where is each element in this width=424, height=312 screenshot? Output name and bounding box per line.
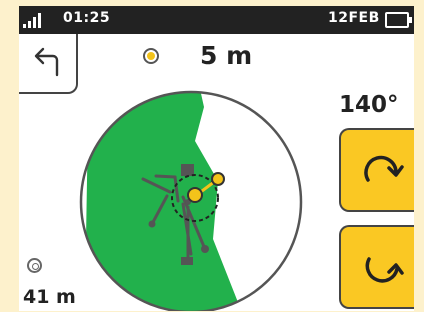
battery-icon <box>385 12 412 28</box>
distance-icon <box>27 258 42 273</box>
back-arrow-icon <box>34 47 59 77</box>
gps-accuracy: 5 m <box>200 41 253 70</box>
position-marker <box>187 187 203 203</box>
rotate-counterclockwise-button[interactable] <box>339 225 414 309</box>
map-view[interactable] <box>78 89 304 311</box>
distance-value: 41 m <box>23 286 76 308</box>
status-bar: 01:25 12FEB <box>19 6 414 34</box>
device-screen: 01:25 12FEB 5 m 140° 41 m <box>19 6 414 311</box>
rotate-counterclockwise-icon <box>365 257 404 283</box>
date-label: 12FEB <box>328 10 380 26</box>
guidance-point <box>211 172 225 186</box>
clock-time: 01:25 <box>63 10 111 26</box>
rotate-clockwise-icon <box>364 155 404 182</box>
signal-icon <box>23 12 45 28</box>
heading-value: 140° <box>339 92 399 118</box>
rotate-clockwise-button[interactable] <box>339 128 414 212</box>
satellite-icon <box>143 48 159 64</box>
back-button[interactable] <box>19 34 78 94</box>
